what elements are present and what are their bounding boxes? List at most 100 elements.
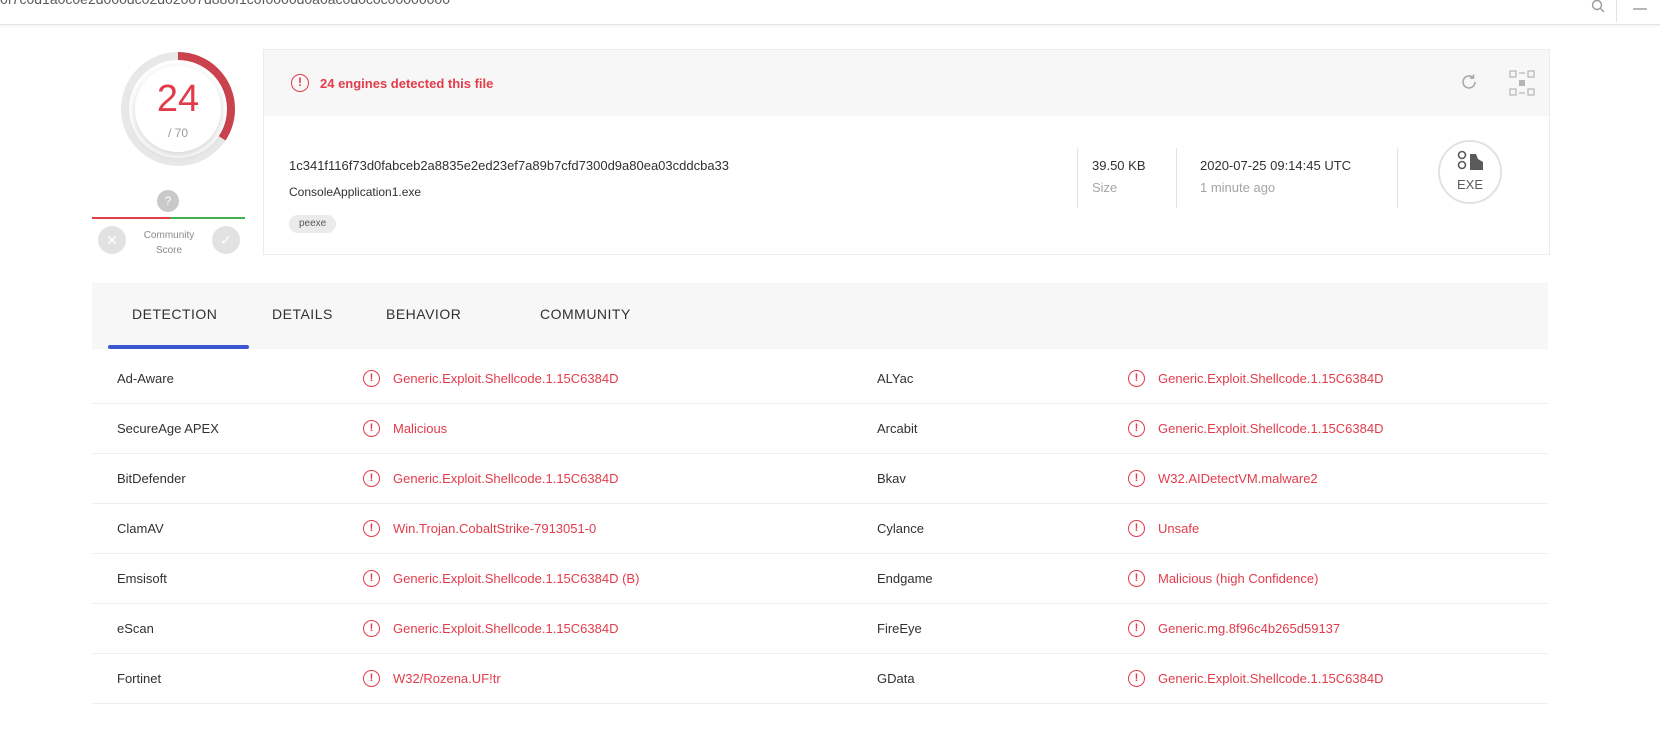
detection-result-label: W32.AIDetectVM.malware2 xyxy=(1158,471,1318,486)
detection-score: 24 / 70 xyxy=(118,49,238,169)
engine-name: ALYac xyxy=(877,371,914,386)
gears-icon xyxy=(1457,150,1483,170)
engine-name: eScan xyxy=(117,621,154,636)
alert-icon: ! xyxy=(1128,470,1145,487)
detection-result: ! Generic.Exploit.Shellcode.1.15C6384D xyxy=(363,620,619,637)
alert-icon: ! xyxy=(1128,420,1145,437)
alert-icon: ! xyxy=(363,420,380,437)
tab-behavior[interactable]: BEHAVIOR xyxy=(386,306,461,322)
detection-result-label: Generic.Exploit.Shellcode.1.15C6384D (B) xyxy=(393,571,640,586)
detection-result: ! Generic.Exploit.Shellcode.1.15C6384D xyxy=(363,370,618,387)
file-name: ConsoleApplication1.exe xyxy=(289,185,422,199)
detected-count: 24 xyxy=(156,78,200,120)
engine-name: SecureAge APEX xyxy=(117,421,219,436)
detection-result-label: Unsafe xyxy=(1158,521,1200,536)
table-row: eScan! Generic.Exploit.Shellcode.1.15C638… xyxy=(92,604,1548,654)
toolbar-divider xyxy=(1616,0,1617,22)
analysis-date-relative: 1 minute ago xyxy=(1200,180,1276,195)
detection-result-label: W32/Rozena.UF!tr xyxy=(393,671,501,686)
alert-icon: ! xyxy=(1128,570,1145,587)
community-score: ? ✕ Community Score ✓ xyxy=(92,190,248,265)
detection-result: ! Generic.Exploit.Shellcode.1.15C6384D xyxy=(1128,420,1384,437)
file-type-badge: EXE xyxy=(1438,140,1502,204)
alert-icon: ! xyxy=(363,670,380,687)
file-size-label: Size xyxy=(1092,180,1118,195)
divider xyxy=(1176,148,1177,208)
tab-detection[interactable]: DETECTION xyxy=(132,306,217,322)
alert-icon: ! xyxy=(1128,670,1145,687)
detection-result: ! Malicious (high Confidence) xyxy=(1128,570,1319,587)
engine-name: GData xyxy=(877,671,915,686)
total-engines: / 70 xyxy=(167,126,188,140)
file-type-label: EXE xyxy=(1456,177,1483,192)
file-size-value: 39.50 KB xyxy=(1092,158,1146,173)
alert-icon: ! xyxy=(363,570,380,587)
detection-result: ! Generic.Exploit.Shellcode.1.15C6384D xyxy=(363,470,619,487)
engine-name: ClamAV xyxy=(117,521,164,536)
detection-result: ! Generic.Exploit.Shellcode.1.15C6384D xyxy=(1128,370,1384,387)
engine-name: Endgame xyxy=(877,571,933,586)
top-search-bar: 0f7c0d1a0c0e2d000dc02d02007d880f1c0f0000… xyxy=(0,0,1660,25)
similar-files-button[interactable] xyxy=(1509,70,1535,96)
tab-details[interactable]: DETAILS xyxy=(272,306,333,322)
engine-name: Arcabit xyxy=(877,421,918,436)
file-summary-card: ! 24 engines detected this file 1c341f11… xyxy=(263,49,1550,255)
engine-name: BitDefender xyxy=(117,471,186,486)
search-input[interactable]: 0f7c0d1a0c0e2d000dc02d02007d880f1c0f0000… xyxy=(0,0,450,7)
detection-result-label: Generic.Exploit.Shellcode.1.15C6384D xyxy=(393,621,619,636)
table-row: Fortinet! W32/Rozena.UF!tr GData! Generic.E… xyxy=(92,654,1548,704)
detection-result-label: Generic.Exploit.Shellcode.1.15C6384D xyxy=(393,471,619,486)
detection-result-label: Generic.Exploit.Shellcode.1.15C6384D xyxy=(1158,671,1384,686)
table-row: ClamAV ! Win.Trojan.CobaltStrike-7913051-0… xyxy=(92,504,1548,554)
search-button[interactable] xyxy=(1585,0,1611,20)
vote-harmless-button[interactable]: ✓ xyxy=(212,226,240,254)
detection-result: ! W32.AIDetectVM.malware2 xyxy=(1128,470,1318,487)
alert-icon: ! xyxy=(1128,370,1145,387)
detections-table: Ad-Aware! Generic.Exploit.Shellcode.1.15C… xyxy=(92,354,1548,704)
file-hash[interactable]: 1c341f116f73d0fabceb2a8835e2ed23ef7a89b7… xyxy=(289,158,729,173)
community-bar-negative xyxy=(92,217,170,219)
community-score-pin: ? xyxy=(157,190,179,212)
minus-icon xyxy=(1633,8,1647,10)
menu-button[interactable] xyxy=(1627,0,1653,20)
detection-alert: 24 engines detected this file xyxy=(320,76,494,91)
tab-community[interactable]: COMMUNITY xyxy=(540,306,631,322)
detection-result: ! Generic.Exploit.Shellcode.1.15C6384D xyxy=(1128,670,1384,687)
table-row: Emsisoft! Generic.Exploit.Shellcode.1.15C… xyxy=(92,554,1548,604)
detection-result-label: Malicious (high Confidence) xyxy=(1158,571,1319,586)
alert-icon: ! xyxy=(1128,520,1145,537)
analysis-date-value: 2020-07-25 09:14:45 UTC xyxy=(1200,158,1352,173)
search-icon xyxy=(1591,0,1605,13)
check-icon: ✓ xyxy=(220,231,232,248)
alert-icon: ! xyxy=(363,470,380,487)
tab-bar: DETECTION DETAILS BEHAVIOR COMMUNITY xyxy=(92,283,1548,349)
file-tag[interactable]: peexe xyxy=(289,215,337,233)
engine-name: Fortinet xyxy=(117,671,162,686)
alert-icon: ! xyxy=(363,370,380,387)
detection-result: ! Malicious xyxy=(363,420,447,437)
detection-result: ! Win.Trojan.CobaltStrike-7913051-0 xyxy=(363,520,596,537)
table-row: Ad-Aware! Generic.Exploit.Shellcode.1.15C… xyxy=(92,354,1548,404)
engine-name: Emsisoft xyxy=(117,571,167,586)
detection-result-label: Generic.Exploit.Shellcode.1.15C6384D xyxy=(1158,421,1384,436)
table-row: SecureAge APEX ! Malicious Arcabit! Generic.… xyxy=(92,404,1548,454)
detection-result-label: Generic.Exploit.Shellcode.1.15C6384D xyxy=(1158,371,1384,386)
engine-name: Bkav xyxy=(877,471,906,486)
vote-harmful-button[interactable]: ✕ xyxy=(98,226,126,254)
detection-result: ! Unsafe xyxy=(1128,520,1200,537)
divider xyxy=(1077,148,1078,208)
detection-result: ! Generic.mg.8f96c4b265d59137 xyxy=(1128,620,1340,637)
alert-icon: ! xyxy=(1128,620,1145,637)
reanalyze-button[interactable] xyxy=(1459,72,1479,98)
close-icon: ✕ xyxy=(106,231,118,248)
refresh-icon xyxy=(1462,74,1476,89)
alert-icon: ! xyxy=(363,520,380,537)
alert-icon: ! xyxy=(363,620,380,637)
table-row: BitDefender! Generic.Exploit.Shellcode.1.… xyxy=(92,454,1548,504)
detection-result: ! W32/Rozena.UF!tr xyxy=(363,670,501,687)
detection-result: ! Generic.Exploit.Shellcode.1.15C6384D (B… xyxy=(363,570,640,587)
qr-icon xyxy=(1509,70,1535,96)
alert-icon: ! xyxy=(291,74,309,92)
community-score-label: Community Score xyxy=(143,230,195,256)
divider xyxy=(1397,148,1398,208)
